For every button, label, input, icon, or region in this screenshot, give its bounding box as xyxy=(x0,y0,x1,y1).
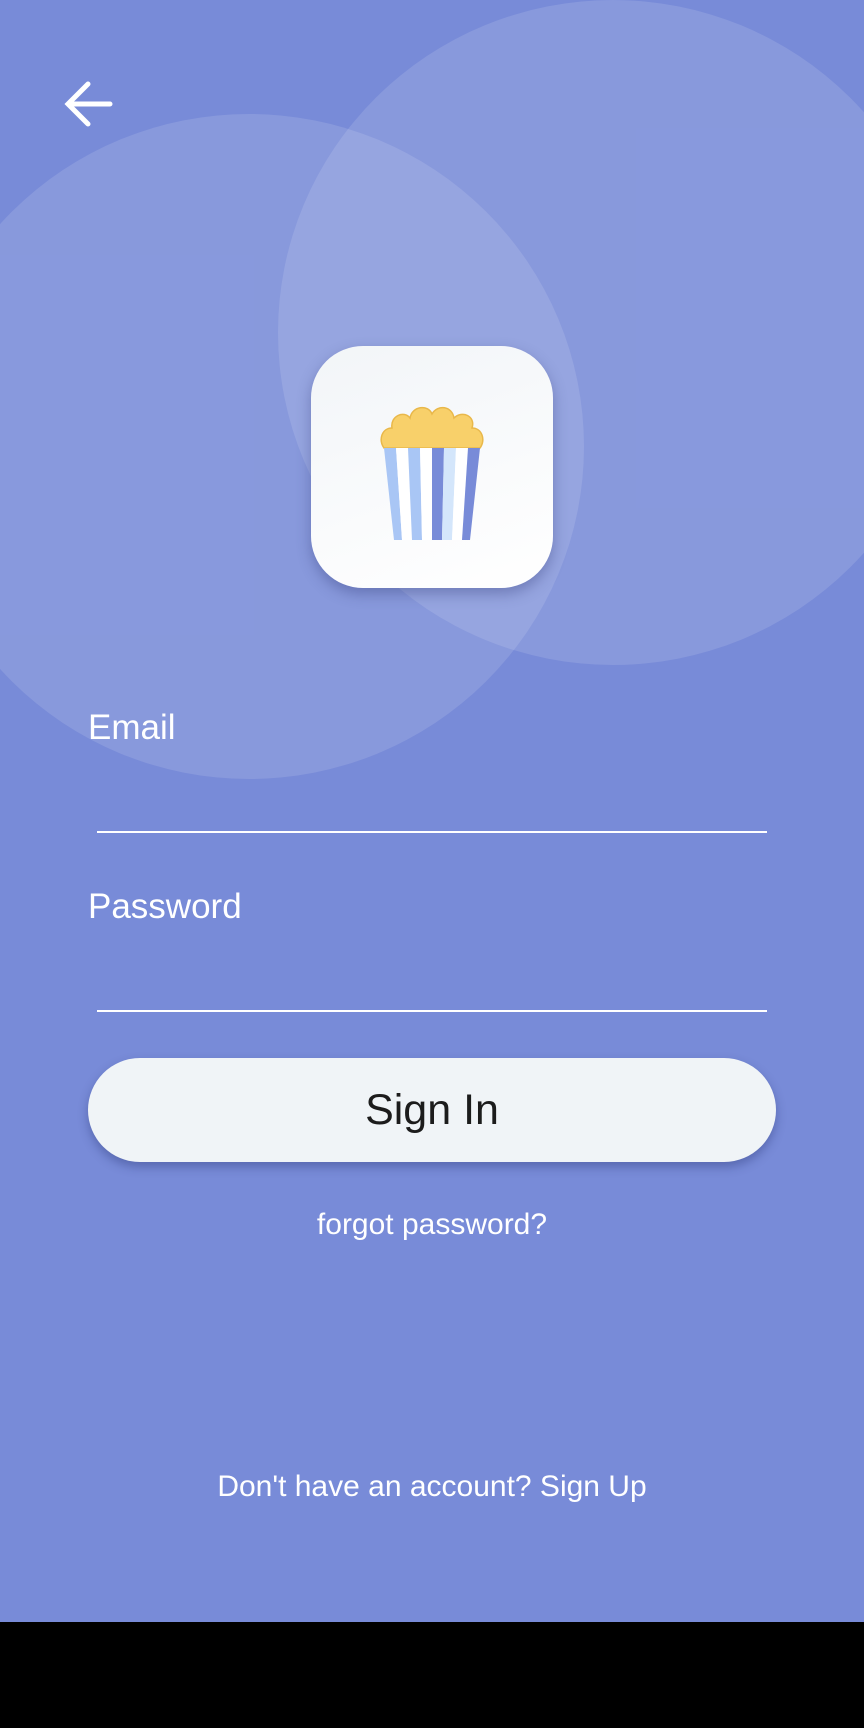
back-button[interactable] xyxy=(54,70,122,138)
sign-up-link[interactable]: Don't have an account? Sign Up xyxy=(0,1470,864,1504)
email-field[interactable] xyxy=(97,777,767,833)
sign-in-button[interactable]: Sign In xyxy=(88,1058,776,1162)
email-label: Email xyxy=(88,708,176,747)
popcorn-icon xyxy=(380,406,484,540)
password-label: Password xyxy=(88,887,242,926)
system-navigation-bar xyxy=(0,1622,864,1728)
arrow-left-icon xyxy=(64,81,113,127)
app-logo xyxy=(311,346,553,588)
password-field[interactable] xyxy=(97,956,767,1012)
login-screen: Email Password Sign In forgot password? … xyxy=(0,0,864,1622)
forgot-password-link[interactable]: forgot password? xyxy=(0,1208,864,1242)
